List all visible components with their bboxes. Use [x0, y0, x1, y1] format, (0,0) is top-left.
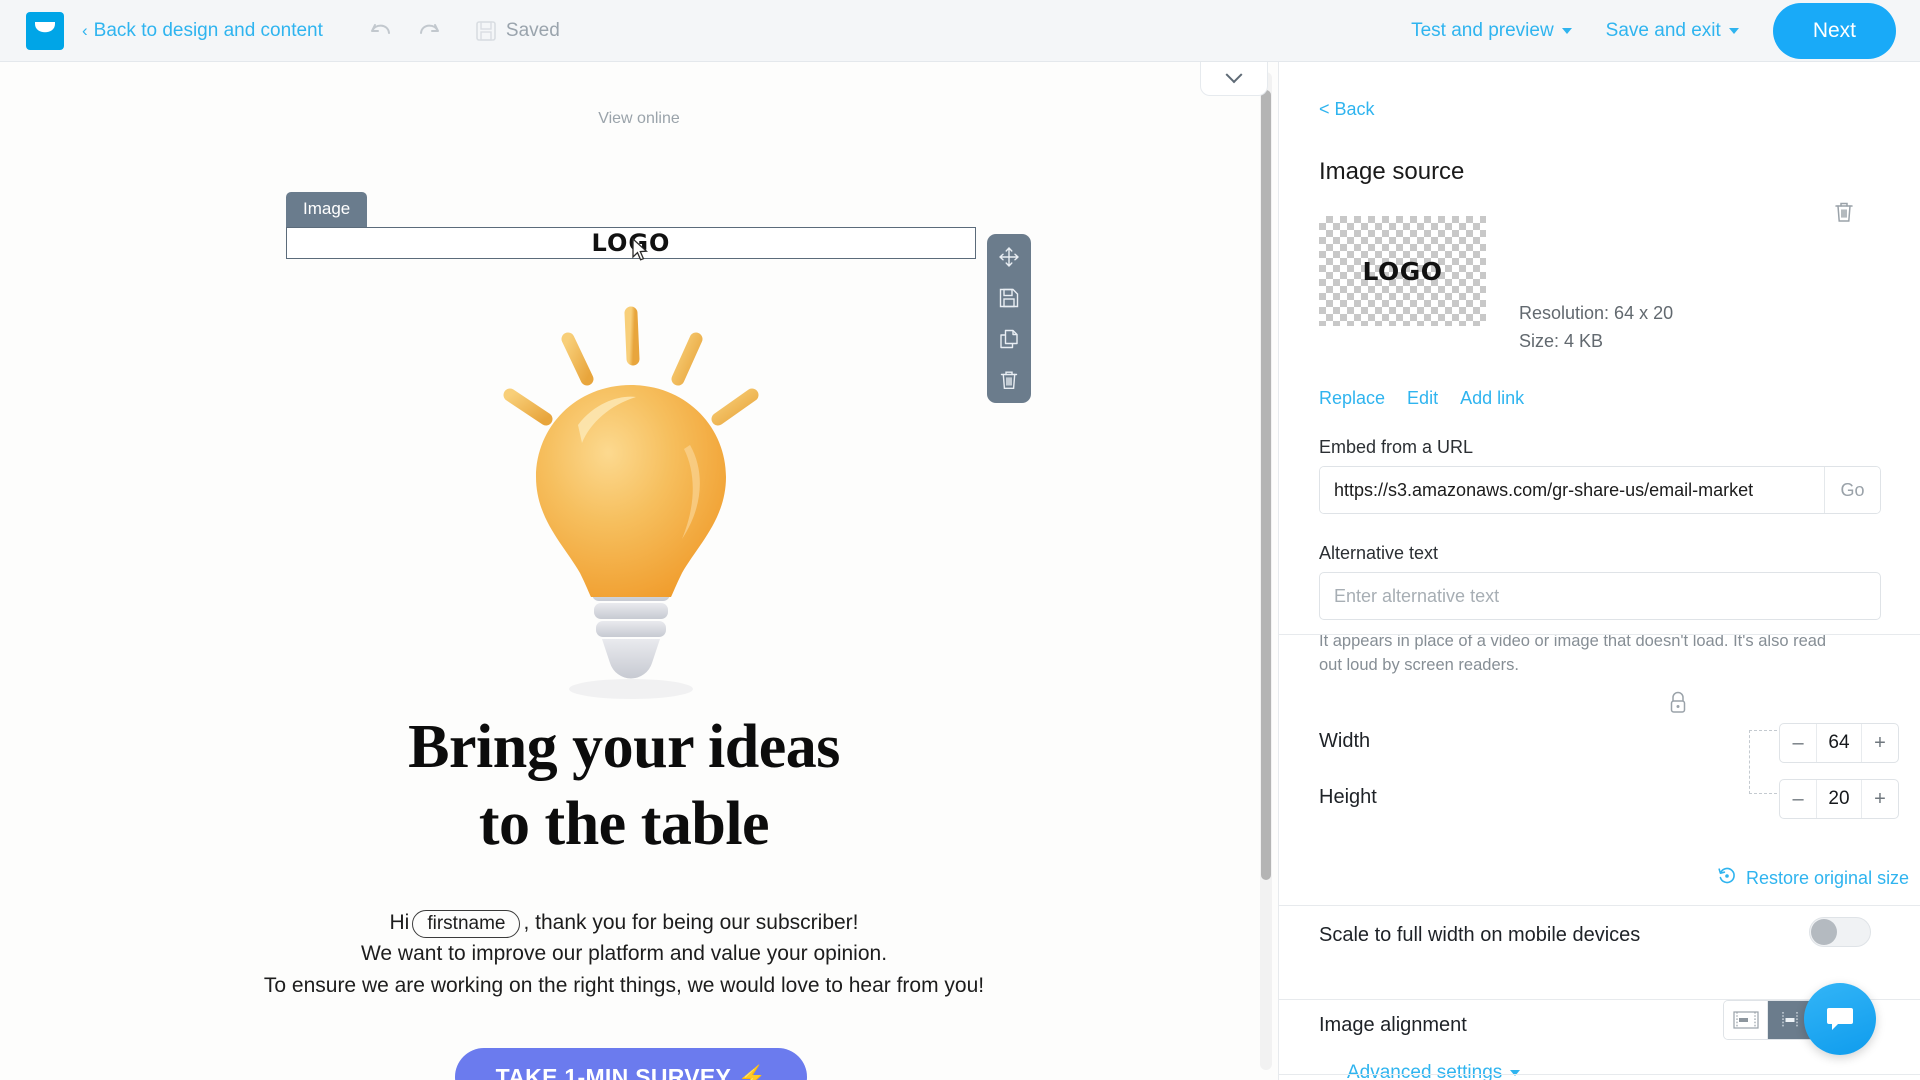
back-to-design-link[interactable]: ‹ Back to design and content [82, 20, 323, 42]
alt-text-label: Alternative text [1319, 543, 1439, 563]
image-metadata: Resolution: 64 x 20 Size: 4 KB [1519, 300, 1673, 356]
embed-url-label: Embed from a URL [1319, 437, 1474, 457]
chevron-down-icon [1728, 27, 1739, 34]
body-line-3: To ensure we are working on the right th… [263, 974, 985, 997]
floppy-save-icon [475, 20, 497, 42]
save-icon[interactable] [998, 287, 1020, 309]
topbar-right-actions: Test and preview Save and exit Next [1411, 2, 1920, 59]
panel-divider [1279, 634, 1920, 635]
panel-divider [1279, 1074, 1920, 1075]
height-stepper: – 20 + [1779, 779, 1899, 819]
width-decrement-button[interactable]: – [1780, 724, 1816, 762]
advanced-settings-toggle[interactable]: Advanced settings [1347, 1062, 1521, 1080]
restore-icon [1717, 866, 1737, 891]
toggle-knob [1811, 919, 1837, 945]
image-thumbnail[interactable]: LOGO [1319, 216, 1486, 326]
width-label: Width [1319, 730, 1371, 752]
align-left-button[interactable] [1724, 1001, 1768, 1039]
test-and-preview-dropdown[interactable]: Test and preview [1411, 20, 1572, 42]
height-increment-button[interactable]: + [1862, 780, 1898, 818]
next-button[interactable]: Next [1772, 2, 1896, 59]
view-online-text: View online [598, 110, 680, 127]
back-chevron-icon: ‹ [82, 20, 88, 40]
canvas-scrollbar[interactable] [1260, 72, 1272, 1070]
restore-original-size-button[interactable]: Restore original size [1717, 866, 1909, 891]
embed-url-go-button[interactable]: Go [1824, 467, 1880, 513]
lock-icon[interactable] [1667, 690, 1689, 721]
body-line-1: Hi firstname, thank you for being our sub… [0, 910, 1248, 938]
move-icon[interactable] [998, 246, 1020, 268]
history-controls: Saved [369, 19, 560, 43]
height-decrement-button[interactable]: – [1780, 780, 1816, 818]
height-value[interactable]: 20 [1816, 780, 1862, 818]
replace-image-link[interactable]: Replace [1319, 388, 1385, 409]
redo-icon[interactable] [415, 19, 441, 43]
scale-mobile-toggle[interactable] [1809, 917, 1871, 947]
top-toolbar: ‹ Back to design and content Saved Test … [0, 0, 1920, 62]
advanced-settings-label: Advanced settings [1347, 1062, 1503, 1080]
block-floating-toolbar [987, 234, 1031, 403]
height-label: Height [1319, 786, 1377, 808]
embed-url-row: Go [1319, 466, 1881, 514]
chat-bubble-icon[interactable] [1804, 983, 1876, 1055]
delete-image-button[interactable] [1832, 200, 1856, 229]
logo-image-block[interactable]: LOGO [286, 227, 976, 259]
image-settings-panel: < Back Image source LOGO Resolution: 64 … [1278, 62, 1920, 1080]
envelope-logo-icon[interactable] [26, 11, 64, 50]
test-and-preview-label: Test and preview [1411, 19, 1554, 41]
panel-divider [1279, 905, 1920, 906]
save-and-exit-label: Save and exit [1605, 19, 1721, 41]
headline-line-1: Bring your ideas [408, 713, 840, 781]
greeting-prefix: Hi [389, 911, 410, 934]
lightbulb-illustration [470, 297, 790, 707]
greeting-suffix: , thank you for being our subscriber! [523, 911, 859, 934]
back-label: Back to design and content [93, 19, 323, 41]
scale-mobile-label: Scale to full width on mobile devices [1319, 924, 1641, 946]
chevron-down-icon [1561, 27, 1572, 34]
alt-text-input[interactable] [1319, 572, 1881, 620]
headline-line-2: to the table [478, 790, 770, 858]
alt-text-hint: It appears in place of a video or image … [1319, 632, 1827, 674]
merge-field-chip[interactable]: firstname [412, 910, 521, 938]
edit-image-link[interactable]: Edit [1407, 388, 1438, 409]
save-and-exit-dropdown[interactable]: Save and exit [1606, 20, 1739, 42]
width-increment-button[interactable]: + [1862, 724, 1898, 762]
restore-label: Restore original size [1746, 868, 1910, 888]
saved-label: Saved [505, 19, 560, 41]
duplicate-icon[interactable] [998, 328, 1020, 350]
saved-status: Saved [475, 20, 560, 42]
resolution-label: Resolution: 64 x 20 [1519, 303, 1674, 323]
body-line-2: We want to improve our platform and valu… [360, 942, 888, 965]
width-stepper: – 64 + [1779, 723, 1899, 763]
add-link-link[interactable]: Add link [1460, 388, 1524, 409]
size-label: Size: 4 KB [1519, 330, 1604, 351]
email-canvas[interactable]: View online Image LOGO Bring your ideas … [0, 62, 1278, 1080]
image-alignment-label: Image alignment [1319, 1014, 1467, 1036]
width-value[interactable]: 64 [1816, 724, 1862, 762]
thumbnail-logo-text: LOGO [1362, 256, 1443, 286]
image-source-actions: Replace Edit Add link [1319, 388, 1524, 409]
embed-url-input[interactable] [1320, 467, 1824, 513]
trash-icon[interactable] [998, 369, 1020, 391]
undo-icon[interactable] [369, 19, 395, 43]
logo-text: LOGO [591, 229, 671, 257]
aspect-link-bracket [1749, 730, 1777, 794]
selected-block-tag: Image [286, 192, 368, 227]
chevron-down-icon [1225, 65, 1243, 83]
panel-back-link[interactable]: < Back [1319, 99, 1375, 120]
canvas-scrollbar-thumb[interactable] [1261, 90, 1271, 880]
take-survey-cta-button[interactable]: TAKE 1-MIN SURVEY ⚡ [455, 1048, 807, 1080]
panel-section-title: Image source [1319, 158, 1465, 185]
collapse-panel-button[interactable] [1200, 62, 1268, 96]
chevron-down-icon [1510, 1070, 1521, 1076]
